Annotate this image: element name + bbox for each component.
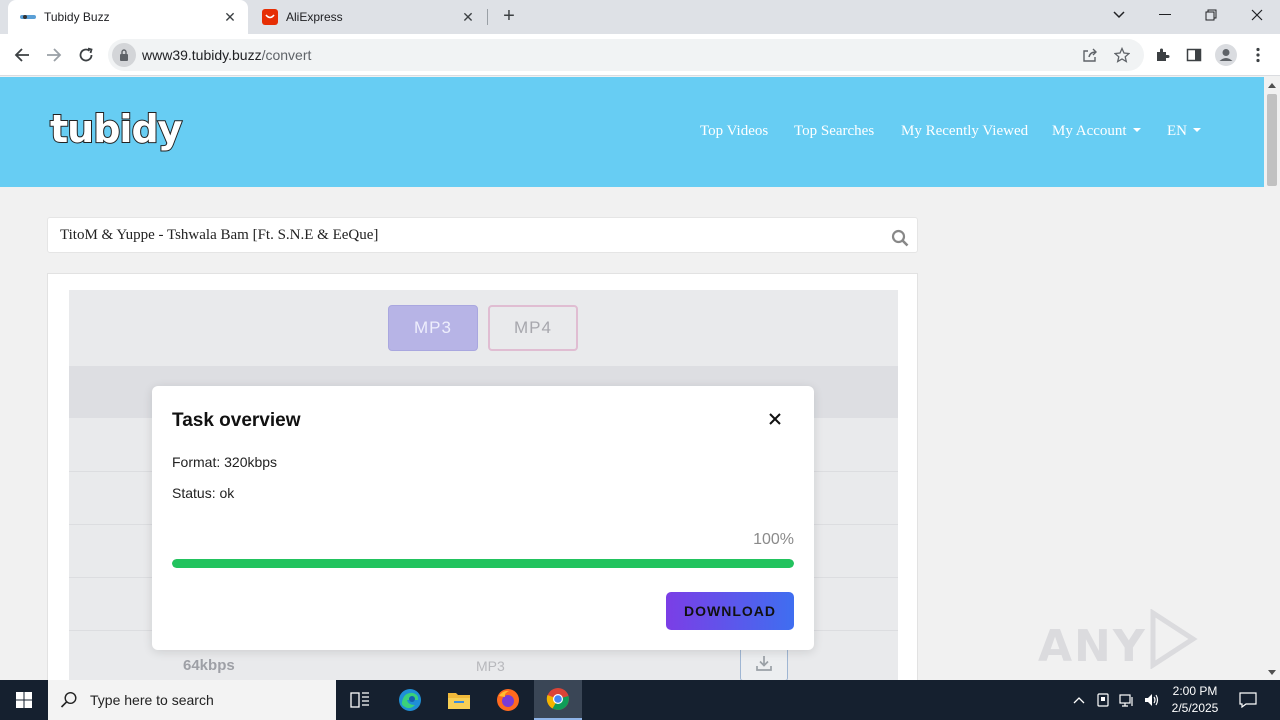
share-icon[interactable]: [1078, 43, 1102, 67]
lock-icon[interactable]: [112, 43, 136, 67]
modal-title: Task overview: [172, 410, 301, 431]
nav-top-videos[interactable]: Top Videos: [700, 123, 768, 140]
kebab-menu-icon[interactable]: [1246, 43, 1270, 67]
close-tab-icon[interactable]: ✕: [220, 7, 240, 27]
scroll-down-arrow-icon[interactable]: [1268, 670, 1276, 675]
tab-strip: Tubidy Buzz ✕ AliExpress ✕ +: [0, 0, 1280, 34]
nav-my-account[interactable]: My Account: [1052, 123, 1141, 140]
bookmark-star-icon[interactable]: [1110, 43, 1134, 67]
nav-language[interactable]: EN: [1167, 123, 1201, 140]
search-query-text: TitoM & Yuppe - Tshwala Bam [Ft. S.N.E &…: [60, 227, 379, 243]
caret-down-icon: [1132, 128, 1141, 132]
search-input[interactable]: TitoM & Yuppe - Tshwala Bam [Ft. S.N.E &…: [47, 217, 918, 253]
windows-taskbar: Type here to search 2:00 PM 2/5/2025: [0, 680, 1280, 720]
windows-start-icon[interactable]: [0, 680, 48, 720]
download-row-button[interactable]: [740, 645, 788, 680]
clock-date: 2/5/2025: [1171, 701, 1219, 715]
search-icon[interactable]: [891, 229, 909, 247]
taskbar-clock[interactable]: 2:00 PM 2/5/2025: [1164, 683, 1226, 717]
url-text: www39.tubidy.buzz/convert: [142, 47, 311, 63]
chrome-icon[interactable]: [534, 680, 582, 720]
profile-avatar-icon[interactable]: [1214, 43, 1238, 67]
restore-button[interactable]: [1188, 0, 1234, 30]
tab-tubidy[interactable]: Tubidy Buzz ✕: [8, 0, 248, 34]
task-view-icon[interactable]: [336, 680, 384, 720]
forward-arrow-icon[interactable]: [42, 43, 66, 67]
url-path: /convert: [261, 47, 312, 63]
my-account-label: My Account: [1052, 123, 1127, 139]
site-header: tubidy Top Videos Top Searches My Recent…: [0, 77, 1264, 187]
minimize-button[interactable]: [1142, 0, 1188, 30]
tab-title: Tubidy Buzz: [44, 10, 110, 24]
quality-cell: 64kbps: [183, 657, 235, 674]
download-button[interactable]: DOWNLOAD: [666, 592, 794, 630]
edge-browser-icon[interactable]: [386, 680, 434, 720]
url-host: www39.tubidy.buzz: [142, 47, 262, 63]
tab-aliexpress[interactable]: AliExpress ✕: [250, 0, 486, 34]
extensions-puzzle-icon[interactable]: [1150, 43, 1174, 67]
status-line: Status: ok: [172, 485, 235, 501]
tab-mp4[interactable]: MP4: [488, 305, 578, 351]
logo-text: tubidy: [49, 106, 183, 152]
anyrun-watermark: ANYRUN: [1038, 608, 1264, 680]
tray-device-icon[interactable]: [1092, 680, 1114, 720]
tab-search-chevron-down-icon[interactable]: [1096, 0, 1142, 30]
firefox-icon[interactable]: [484, 680, 532, 720]
address-bar[interactable]: www39.tubidy.buzz/convert: [108, 39, 1144, 71]
new-tab-button[interactable]: +: [498, 5, 520, 27]
caret-down-icon: [1193, 128, 1201, 132]
search-icon: [60, 691, 77, 708]
nav-top-searches[interactable]: Top Searches: [794, 123, 874, 140]
file-explorer-icon[interactable]: [435, 680, 483, 720]
tray-chevron-up-icon[interactable]: [1068, 680, 1090, 720]
side-panel-icon[interactable]: [1182, 43, 1206, 67]
nav-recently-viewed[interactable]: My Recently Viewed: [901, 123, 1028, 140]
play-triangle-icon: [1150, 608, 1198, 670]
close-tab-icon[interactable]: ✕: [458, 7, 478, 27]
close-window-button[interactable]: [1234, 0, 1280, 30]
browser-toolbar: www39.tubidy.buzz/convert: [0, 34, 1280, 76]
scroll-up-arrow-icon[interactable]: [1268, 83, 1276, 88]
back-arrow-icon[interactable]: [10, 43, 34, 67]
network-icon[interactable]: [1116, 680, 1138, 720]
language-label: EN: [1167, 123, 1187, 139]
tubidy-logo[interactable]: tubidy: [49, 106, 183, 157]
tab-divider: [487, 9, 488, 25]
taskbar-search-box[interactable]: Type here to search: [48, 680, 336, 720]
tab-title: AliExpress: [286, 10, 343, 24]
scroll-thumb[interactable]: [1267, 94, 1277, 186]
progress-bar-fill: [172, 559, 794, 568]
download-icon: [756, 656, 772, 671]
taskbar-search-placeholder: Type here to search: [90, 692, 214, 708]
clock-time: 2:00 PM: [1172, 684, 1218, 698]
notifications-icon[interactable]: [1234, 680, 1262, 720]
progress-percent: 100%: [753, 531, 794, 548]
format-cell: MP3: [476, 658, 505, 674]
aliexpress-favicon-icon: [262, 9, 278, 25]
format-line: Format: 320kbps: [172, 454, 278, 470]
task-overview-modal: Task overview Format: 320kbps Status: ok…: [152, 386, 814, 650]
reload-icon[interactable]: [74, 43, 98, 67]
progress-bar: [172, 559, 794, 568]
volume-icon[interactable]: [1140, 680, 1162, 720]
close-icon[interactable]: [764, 408, 786, 430]
tab-mp3[interactable]: MP3: [388, 305, 478, 351]
page-viewport: tubidy Top Videos Top Searches My Recent…: [0, 77, 1264, 680]
page-scrollbar[interactable]: [1264, 77, 1280, 680]
tubidy-favicon-icon: [20, 9, 36, 25]
